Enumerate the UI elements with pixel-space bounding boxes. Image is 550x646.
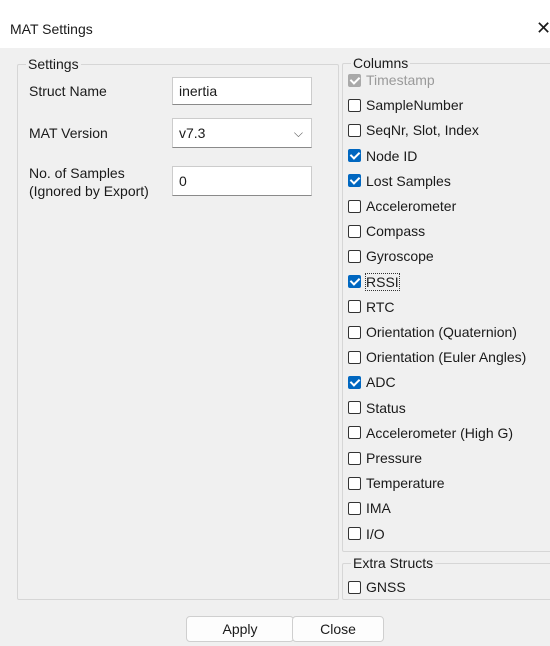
checkbox-label: ADC xyxy=(366,374,396,391)
column-checkbox-orientation-quaternion[interactable]: Orientation (Quaternion) xyxy=(348,322,517,342)
column-checkbox-node-id[interactable]: Node ID xyxy=(348,146,417,166)
checkbox-label: RSSI xyxy=(365,272,400,291)
checkbox-label: Accelerometer (High G) xyxy=(366,424,514,441)
checkbox-label: Node ID xyxy=(366,147,418,164)
checkbox-icon[interactable] xyxy=(348,249,361,263)
checkbox-label: Gyroscope xyxy=(366,248,434,265)
column-checkbox-accelerometer[interactable]: Accelerometer xyxy=(348,196,456,216)
column-checkbox-temperature[interactable]: Temperature xyxy=(348,473,445,493)
checkbox-label: IMA xyxy=(366,500,391,517)
columns-legend: Columns xyxy=(353,55,409,71)
checked-checkbox-icon[interactable] xyxy=(348,174,361,188)
checkbox-icon[interactable] xyxy=(348,426,361,440)
settings-legend: Settings xyxy=(28,56,79,72)
checkbox-label: Temperature xyxy=(366,475,445,492)
checkbox-label: Status xyxy=(366,399,406,416)
checkbox-icon[interactable] xyxy=(348,580,361,594)
column-checkbox-orientation-euler-angles[interactable]: Orientation (Euler Angles) xyxy=(348,347,526,367)
checkbox-label: Orientation (Quaternion) xyxy=(366,324,517,340)
checked-checkbox-icon[interactable] xyxy=(348,375,361,389)
close-button[interactable]: Close xyxy=(292,616,384,642)
column-checkbox-rssi[interactable]: RSSI xyxy=(348,272,400,292)
checkbox-icon[interactable] xyxy=(348,199,361,213)
column-checkbox-rtc[interactable]: RTC xyxy=(348,297,395,317)
column-checkbox-gyroscope[interactable]: Gyroscope xyxy=(348,246,434,266)
apply-button[interactable]: Apply xyxy=(186,616,294,642)
samples-label-line2: (Ignored by Export) xyxy=(29,183,149,199)
column-checkbox-status[interactable]: Status xyxy=(348,398,406,418)
checkbox-label: Accelerometer xyxy=(366,198,457,214)
title-bar: MAT Settings ✕ xyxy=(0,0,550,48)
checked-checkbox-icon[interactable] xyxy=(348,275,361,289)
checkbox-icon[interactable] xyxy=(348,401,361,415)
mat-version-value: v7.3 xyxy=(179,125,206,141)
extra-checkbox-gnss[interactable]: GNSS xyxy=(348,577,406,597)
column-checkbox-timestamp: Timestamp xyxy=(348,70,435,90)
checkbox-icon[interactable] xyxy=(348,98,361,112)
checkbox-label: Timestamp xyxy=(366,72,435,88)
checked-checkbox-icon[interactable] xyxy=(348,149,361,163)
checkbox-label: Pressure xyxy=(366,450,423,466)
checkbox-icon[interactable] xyxy=(348,501,361,515)
column-checkbox-accelerometer-high-g[interactable]: Accelerometer (High G) xyxy=(348,423,513,443)
column-checkbox-seqnr-slot-index[interactable]: SeqNr, Slot, Index xyxy=(348,120,479,140)
checkbox-icon[interactable] xyxy=(348,123,361,137)
close-icon[interactable]: ✕ xyxy=(536,18,550,38)
mat-settings-dialog: MAT Settings ✕ Settings Struct Name MAT … xyxy=(0,0,550,646)
checkbox-icon[interactable] xyxy=(348,325,361,339)
samples-input[interactable] xyxy=(172,166,312,196)
chevron-down-icon: ⌵ xyxy=(293,126,303,140)
checked-checkbox-icon xyxy=(348,73,361,87)
checkbox-icon[interactable] xyxy=(348,476,361,490)
column-checkbox-pressure[interactable]: Pressure xyxy=(348,448,422,468)
checkbox-label: Compass xyxy=(366,223,426,240)
checkbox-icon[interactable] xyxy=(348,224,361,238)
checkbox-icon[interactable] xyxy=(348,300,361,314)
checkbox-label: SeqNr, Slot, Index xyxy=(366,122,479,139)
column-checkbox-samplenumber[interactable]: SampleNumber xyxy=(348,95,463,115)
checkbox-label: SampleNumber xyxy=(366,97,464,114)
extra-structs-legend: Extra Structs xyxy=(353,555,434,571)
checkbox-icon[interactable] xyxy=(348,451,361,465)
column-checkbox-i-o[interactable]: I/O xyxy=(348,524,385,544)
column-checkbox-adc[interactable]: ADC xyxy=(348,372,396,392)
column-checkbox-lost-samples[interactable]: Lost Samples xyxy=(348,171,451,191)
mat-version-label: MAT Version xyxy=(29,125,108,141)
window-title: MAT Settings xyxy=(10,21,93,37)
column-checkbox-compass[interactable]: Compass xyxy=(348,221,425,241)
mat-version-select[interactable]: v7.3 ⌵ xyxy=(172,118,312,148)
checkbox-icon[interactable] xyxy=(348,527,361,541)
struct-name-label: Struct Name xyxy=(29,83,107,99)
checkbox-label: GNSS xyxy=(366,579,406,595)
samples-label-line1: No. of Samples xyxy=(29,165,125,181)
struct-name-input[interactable] xyxy=(172,77,312,105)
checkbox-label: Lost Samples xyxy=(366,172,451,189)
checkbox-label: RTC xyxy=(366,298,395,315)
checkbox-label: I/O xyxy=(366,525,385,542)
checkbox-label: Orientation (Euler Angles) xyxy=(366,349,527,366)
checkbox-icon[interactable] xyxy=(348,350,361,364)
column-checkbox-ima[interactable]: IMA xyxy=(348,498,391,518)
